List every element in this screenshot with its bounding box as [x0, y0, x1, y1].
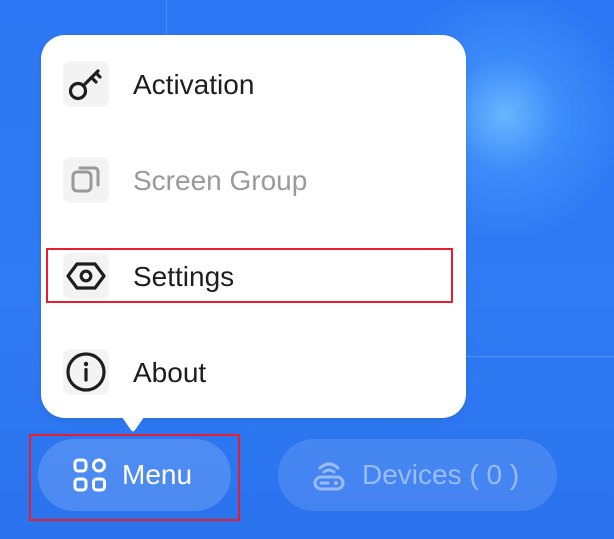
menu-item-activation[interactable]: Activation [41, 38, 466, 130]
menu-highlight-box [29, 434, 240, 521]
menu-item-label: Screen Group [133, 165, 308, 196]
menu-popup: Activation Screen Group Settings About [41, 35, 466, 418]
background-divider-horizontal [466, 356, 614, 357]
devices-button[interactable]: Devices ( 0 ) [278, 439, 557, 511]
key-icon [63, 61, 109, 107]
layers-icon [63, 157, 109, 203]
popup-caret [117, 410, 149, 432]
menu-item-label: About [133, 357, 207, 388]
menu-item-about[interactable]: About [41, 326, 466, 418]
devices-button-label: Devices ( 0 ) [362, 459, 520, 490]
settings-highlight-box [46, 248, 453, 303]
device-icon [313, 462, 345, 491]
menu-item-label: Activation [133, 69, 255, 100]
info-icon [63, 349, 109, 395]
menu-item-screen-group[interactable]: Screen Group [41, 134, 466, 226]
